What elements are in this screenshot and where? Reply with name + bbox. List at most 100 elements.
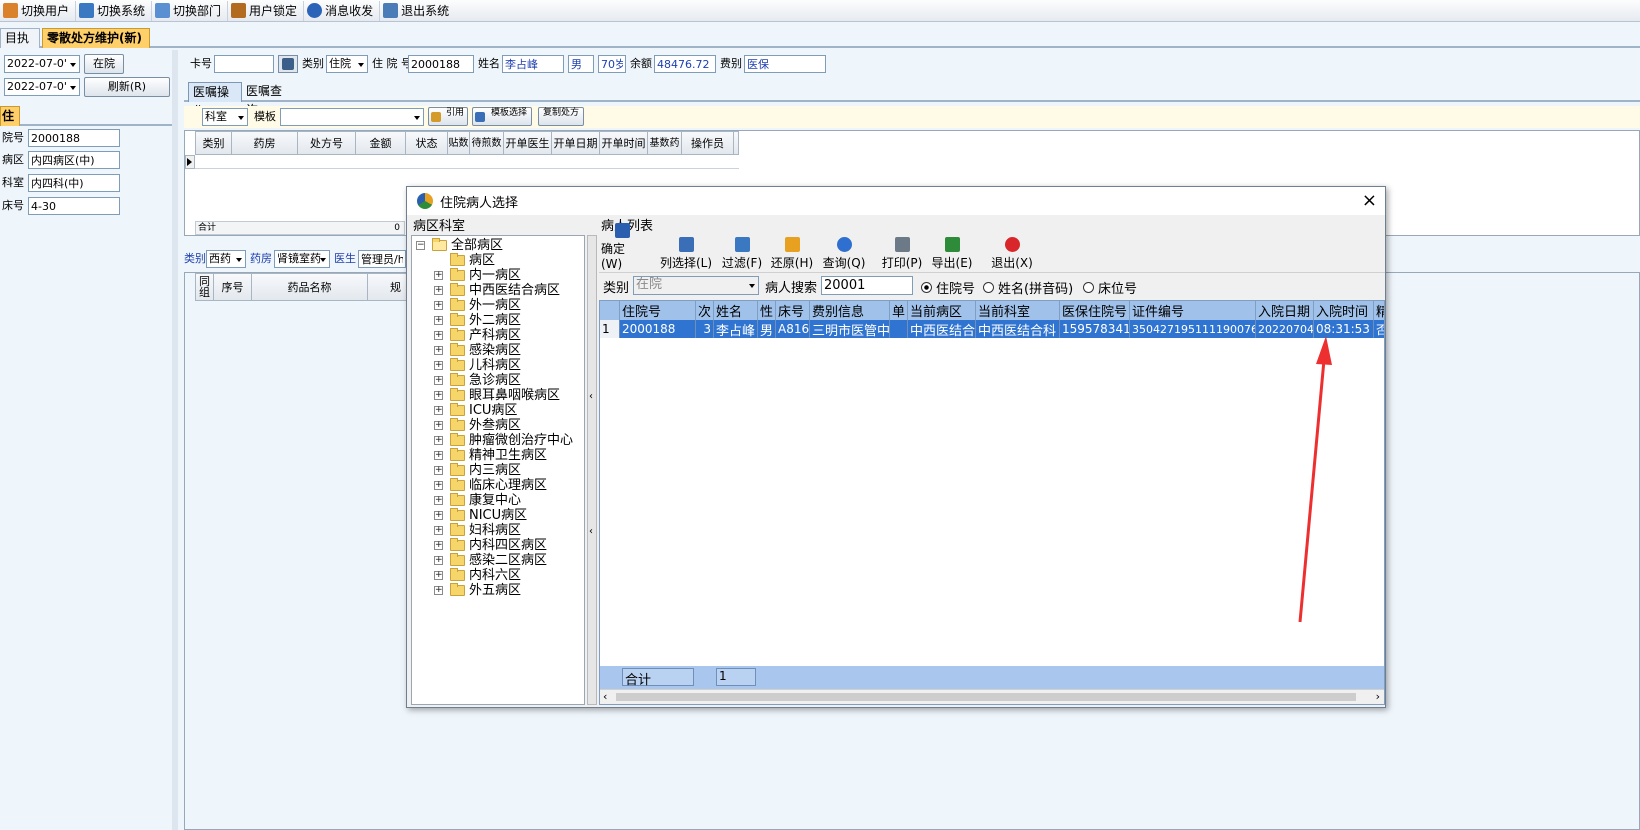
expand-icon[interactable]: +: [434, 271, 443, 280]
col-single[interactable]: 单: [890, 301, 908, 320]
expand-icon[interactable]: +: [434, 451, 443, 460]
col-pharmacy[interactable]: 药房: [232, 132, 298, 154]
expand-icon[interactable]: +: [434, 571, 443, 580]
export-button[interactable]: 导出(E): [929, 235, 975, 271]
tree-item[interactable]: + 急诊病区: [434, 373, 521, 388]
expand-icon[interactable]: +: [434, 436, 443, 445]
expand-icon[interactable]: +: [434, 511, 443, 520]
cell-name[interactable]: 李占峰: [714, 320, 758, 338]
date-from-select[interactable]: 2022-07-0': [4, 55, 80, 73]
col-current-dept[interactable]: 当前科室: [976, 301, 1060, 320]
switch-system-button[interactable]: 切换系统: [76, 0, 153, 21]
tree-item[interactable]: + 儿科病区: [434, 358, 521, 373]
age-input[interactable]: [598, 55, 626, 73]
date-to-select[interactable]: 2022-07-0': [4, 78, 80, 96]
quote-button[interactable]: 引用: [428, 107, 468, 126]
cell-mental[interactable]: 否: [1374, 320, 1384, 338]
collapse-icon[interactable]: −: [416, 241, 425, 250]
col-rx-no[interactable]: 处方号: [298, 132, 356, 154]
filter-button[interactable]: 过滤(F): [719, 235, 765, 271]
col-status[interactable]: 状态: [406, 132, 448, 154]
tree-item[interactable]: + 肿瘤微创治疗中心: [434, 433, 573, 448]
col-admit-time[interactable]: 入院时间: [1314, 301, 1374, 320]
fee-input[interactable]: [744, 55, 826, 73]
expand-icon[interactable]: +: [434, 541, 443, 550]
col-ins-hosp-no[interactable]: 医保住院号: [1060, 301, 1130, 320]
tree-item[interactable]: + ICU病区: [434, 403, 517, 418]
pharmacy-select[interactable]: 肾镜室药: [274, 250, 330, 268]
expand-icon[interactable]: +: [434, 406, 443, 415]
left-splitter[interactable]: [172, 50, 178, 830]
expand-icon[interactable]: +: [434, 346, 443, 355]
col-doses[interactable]: 贴数: [448, 132, 470, 154]
tree-item[interactable]: + NICU病区: [434, 508, 527, 523]
tab-order-query[interactable]: 医嘱查询: [242, 82, 292, 117]
user-lock-button[interactable]: 用户锁定: [228, 0, 305, 21]
tree-item[interactable]: 病区: [434, 253, 495, 268]
patient-search-input[interactable]: [821, 276, 913, 295]
card-reader-button[interactable]: [278, 55, 298, 73]
message-button[interactable]: 消息收发: [304, 0, 381, 21]
expand-icon[interactable]: +: [434, 466, 443, 475]
hosp-no-input[interactable]: [408, 55, 474, 73]
tree-item[interactable]: + 产科病区: [434, 328, 521, 343]
tree-item[interactable]: + 外一病区: [434, 298, 521, 313]
name-input[interactable]: [502, 55, 564, 73]
expand-icon[interactable]: +: [434, 286, 443, 295]
col-mental[interactable]: 精: [1374, 301, 1384, 320]
cell-fee-info[interactable]: 三明市医管中: [810, 320, 890, 338]
radio-name-pinyin[interactable]: 姓名(拼音码): [983, 278, 1073, 297]
col-date[interactable]: 开单日期: [552, 132, 600, 154]
cell-sex[interactable]: 男: [758, 320, 776, 338]
cell-ins-hosp-no[interactable]: 159578341: [1060, 320, 1130, 338]
tree-root[interactable]: − 全部病区: [416, 238, 503, 253]
col-current-ward[interactable]: 当前病区: [908, 301, 976, 320]
exit-button[interactable]: 退出(X): [989, 235, 1035, 271]
order-grid-empty-row[interactable]: [195, 155, 739, 169]
balance-input[interactable]: [654, 55, 716, 73]
tree-item[interactable]: + 外五病区: [434, 583, 521, 598]
col-time[interactable]: 开单时间: [600, 132, 648, 154]
tree-item[interactable]: + 内一病区: [434, 268, 521, 283]
tree-item[interactable]: + 临床心理病区: [434, 478, 547, 493]
col-doctor[interactable]: 开单医生: [504, 132, 552, 154]
col-times[interactable]: 次: [696, 301, 714, 320]
sex-input[interactable]: [568, 55, 594, 73]
exit-system-button[interactable]: 退出系统: [380, 1, 455, 21]
horizontal-scrollbar[interactable]: ‹ ›: [600, 689, 1384, 704]
close-icon[interactable]: ×: [1362, 190, 1377, 211]
cell-times[interactable]: 3: [696, 320, 714, 338]
doctor-input[interactable]: [358, 250, 406, 268]
col-sex[interactable]: 性: [758, 301, 776, 320]
tree-item[interactable]: + 康复中心: [434, 493, 521, 508]
expand-icon[interactable]: +: [434, 526, 443, 535]
query-button[interactable]: 查询(Q): [821, 235, 867, 271]
dept-field[interactable]: [28, 174, 120, 192]
radio-hosp-no[interactable]: 住院号: [921, 278, 975, 297]
col-id-no[interactable]: 证件编号: [1130, 301, 1256, 320]
template-select[interactable]: [280, 108, 424, 126]
tab-prescription-maintain[interactable]: 零散处方维护(新): [42, 28, 150, 48]
scroll-right-icon[interactable]: ›: [1376, 690, 1380, 703]
switch-user-button[interactable]: 切换用户: [0, 0, 77, 21]
expand-icon[interactable]: +: [434, 376, 443, 385]
col-hosp-no[interactable]: 住院号: [620, 301, 696, 320]
col-fee-info[interactable]: 费别信息: [810, 301, 890, 320]
switch-dept-button[interactable]: 切换部门: [152, 0, 229, 21]
card-input[interactable]: [214, 55, 274, 73]
col-group[interactable]: 同组: [196, 274, 214, 300]
in-hospital-button[interactable]: 在院: [84, 54, 124, 74]
expand-icon[interactable]: +: [434, 481, 443, 490]
radio-bed-no[interactable]: 床位号: [1083, 278, 1137, 297]
table-row[interactable]: 1 2000188 3 李占峰 男 A816 三明市医管中 中西医结合 中西医结…: [600, 320, 1384, 338]
col-name[interactable]: 姓名: [714, 301, 758, 320]
col-bed[interactable]: 床号: [776, 301, 810, 320]
col-seq[interactable]: 序号: [214, 274, 252, 300]
col-admit-date[interactable]: 入院日期: [1256, 301, 1314, 320]
cell-current-dept[interactable]: 中西医结合科: [976, 320, 1060, 338]
tree-item[interactable]: + 内三病区: [434, 463, 521, 478]
drug-type-select[interactable]: 西药: [206, 250, 246, 268]
hosp-no-field[interactable]: [28, 129, 120, 147]
expand-icon[interactable]: +: [434, 316, 443, 325]
tree-item[interactable]: + 内科六区: [434, 568, 521, 583]
